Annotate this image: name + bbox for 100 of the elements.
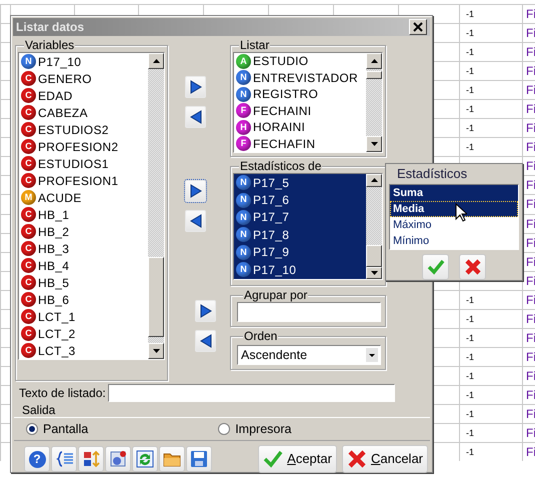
- table-cell: Fi: [522, 5, 535, 24]
- list-box[interactable]: N P17_5 N P17_6 N P17_7 N P17_8 N P17_9 N P17_10: [233, 173, 383, 280]
- table-cell: Fi: [522, 24, 535, 42]
- type-badge: C: [21, 275, 36, 290]
- type-badge: F: [236, 103, 251, 118]
- list-item[interactable]: C LCT_2: [19, 325, 148, 342]
- radio-option[interactable]: Impresora: [218, 420, 292, 438]
- field-label: Texto de listado:: [19, 385, 106, 402]
- table-cell: Fi: [522, 62, 535, 80]
- table-cell: -1: [459, 386, 522, 404]
- accept-button[interactable]: Aceptar: [258, 445, 337, 473]
- list-item[interactable]: A ESTUDIO: [234, 53, 366, 70]
- table-cell: -1: [459, 138, 522, 156]
- list-item[interactable]: Suma: [390, 185, 518, 201]
- table-cell: -1: [459, 43, 522, 62]
- type-badge: N: [236, 262, 251, 278]
- table-cell: -1: [459, 290, 522, 309]
- list-item[interactable]: C EDAD: [19, 87, 148, 104]
- list-item[interactable]: C CABEZA: [19, 104, 148, 121]
- table-cell: -1: [459, 62, 522, 80]
- list-item[interactable]: C HB_6: [19, 291, 148, 308]
- table-cell: Fi: [522, 424, 535, 442]
- type-badge: N: [236, 70, 251, 86]
- table-cell: Fi: [522, 43, 535, 62]
- list-box[interactable]: N P17_10 C GENERO C EDAD C CABEZA C ESTUDIOS2 C PROFESION2 C ESTUDIOS1 C PROFESION1 M ACUDE C HB_1 C HB_2 C HB_3 C HB_4 C HB_5 C HB_6 C LCT_1 C LCT_2 C LCT_3: [18, 52, 165, 360]
- type-badge: C: [21, 156, 36, 171]
- group-label: Agrupar por: [243, 288, 308, 302]
- group-label: Orden: [243, 329, 278, 343]
- list-item[interactable]: C PROFESION1: [19, 172, 148, 189]
- list-item[interactable]: C HB_3: [19, 240, 148, 257]
- list-item[interactable]: F FECHAINI: [234, 102, 366, 119]
- list-item[interactable]: Mínimo: [390, 233, 518, 249]
- list-item[interactable]: C LCT_3: [19, 342, 148, 359]
- table-cell: Fi: [522, 328, 535, 347]
- list-item[interactable]: C GENERO: [19, 70, 148, 87]
- type-badge: C: [21, 122, 36, 137]
- list-item[interactable]: C HB_2: [19, 223, 148, 240]
- type-badge: C: [21, 105, 36, 120]
- type-badge: N: [236, 227, 251, 242]
- list-item[interactable]: H HORAINI: [234, 119, 366, 136]
- type-badge: C: [21, 139, 36, 154]
- table-cell: Fi: [522, 443, 535, 462]
- table-cell: Fi: [522, 310, 535, 328]
- type-badge: H: [236, 120, 251, 135]
- list-item[interactable]: C HB_4: [19, 257, 148, 274]
- list-item[interactable]: N P17_10: [19, 53, 148, 70]
- list-item[interactable]: Media: [390, 201, 518, 217]
- type-badge: C: [21, 292, 36, 307]
- type-badge: N: [236, 244, 251, 260]
- table-cell: -1: [459, 366, 522, 385]
- table-cell: Fi: [522, 100, 535, 118]
- table-cell: -1: [459, 443, 522, 462]
- table-cell: -1: [459, 404, 522, 424]
- window-title: Listar datos: [16, 19, 84, 36]
- list-item[interactable]: C HB_1: [19, 206, 148, 223]
- list-item[interactable]: M ACUDE: [19, 189, 148, 206]
- list-box[interactable]: A ESTUDIO N ENTREVISTADOR N REGISTRO F FECHAINI H HORAINI F FECHAFIN: [233, 52, 383, 153]
- table-cell: -1: [459, 328, 522, 347]
- table-cell: -1: [459, 310, 522, 328]
- type-badge: F: [236, 136, 251, 152]
- list-item[interactable]: C ESTUDIOS1: [19, 155, 148, 172]
- type-badge: C: [21, 343, 36, 358]
- help-button[interactable]: ?: [24, 446, 50, 472]
- type-badge: C: [21, 71, 36, 86]
- type-badge: N: [21, 54, 36, 69]
- type-badge: N: [236, 86, 251, 102]
- group-label: Variables: [24, 38, 76, 52]
- type-badge: M: [21, 190, 36, 205]
- list-item[interactable]: C ESTUDIOS2: [19, 121, 148, 138]
- list-item[interactable]: C HB_5: [19, 274, 148, 291]
- group-label: Estadísticos de: [239, 159, 322, 173]
- type-badge: N: [236, 175, 251, 190]
- list-item[interactable]: F FECHAFIN: [234, 136, 366, 152]
- table-cell: Fi: [522, 290, 535, 309]
- list-item[interactable]: N ENTREVISTADOR: [234, 70, 366, 86]
- type-badge: C: [21, 258, 36, 273]
- list-item[interactable]: C LCT_1: [19, 308, 148, 325]
- type-badge: C: [21, 241, 36, 256]
- type-badge: C: [21, 207, 36, 222]
- list-item[interactable]: C PROFESION2: [19, 138, 148, 155]
- table-cell: Fi: [522, 404, 535, 424]
- cancel-button[interactable]: Cancelar: [342, 445, 428, 473]
- type-badge: C: [21, 309, 36, 324]
- table-cell: Fi: [522, 138, 535, 156]
- group-label: Salida: [22, 404, 56, 417]
- type-badge: C: [21, 326, 36, 341]
- group-label: Listar: [239, 38, 270, 52]
- dropdown[interactable]: Ascendente: [237, 345, 381, 365]
- table-cell: -1: [459, 348, 522, 366]
- table-cell: Fi: [522, 386, 535, 404]
- radio-option[interactable]: Pantalla: [26, 420, 88, 438]
- table-cell: Fi: [522, 366, 535, 385]
- table-cell: -1: [459, 24, 522, 42]
- table-cell: Fi: [522, 348, 535, 366]
- table-cell: -1: [459, 100, 522, 118]
- table-cell: Fi: [522, 81, 535, 100]
- list-item[interactable]: N REGISTRO: [234, 86, 366, 102]
- table-cell: -1: [459, 81, 522, 100]
- type-badge: C: [21, 88, 36, 103]
- list-item[interactable]: Máximo: [390, 217, 518, 233]
